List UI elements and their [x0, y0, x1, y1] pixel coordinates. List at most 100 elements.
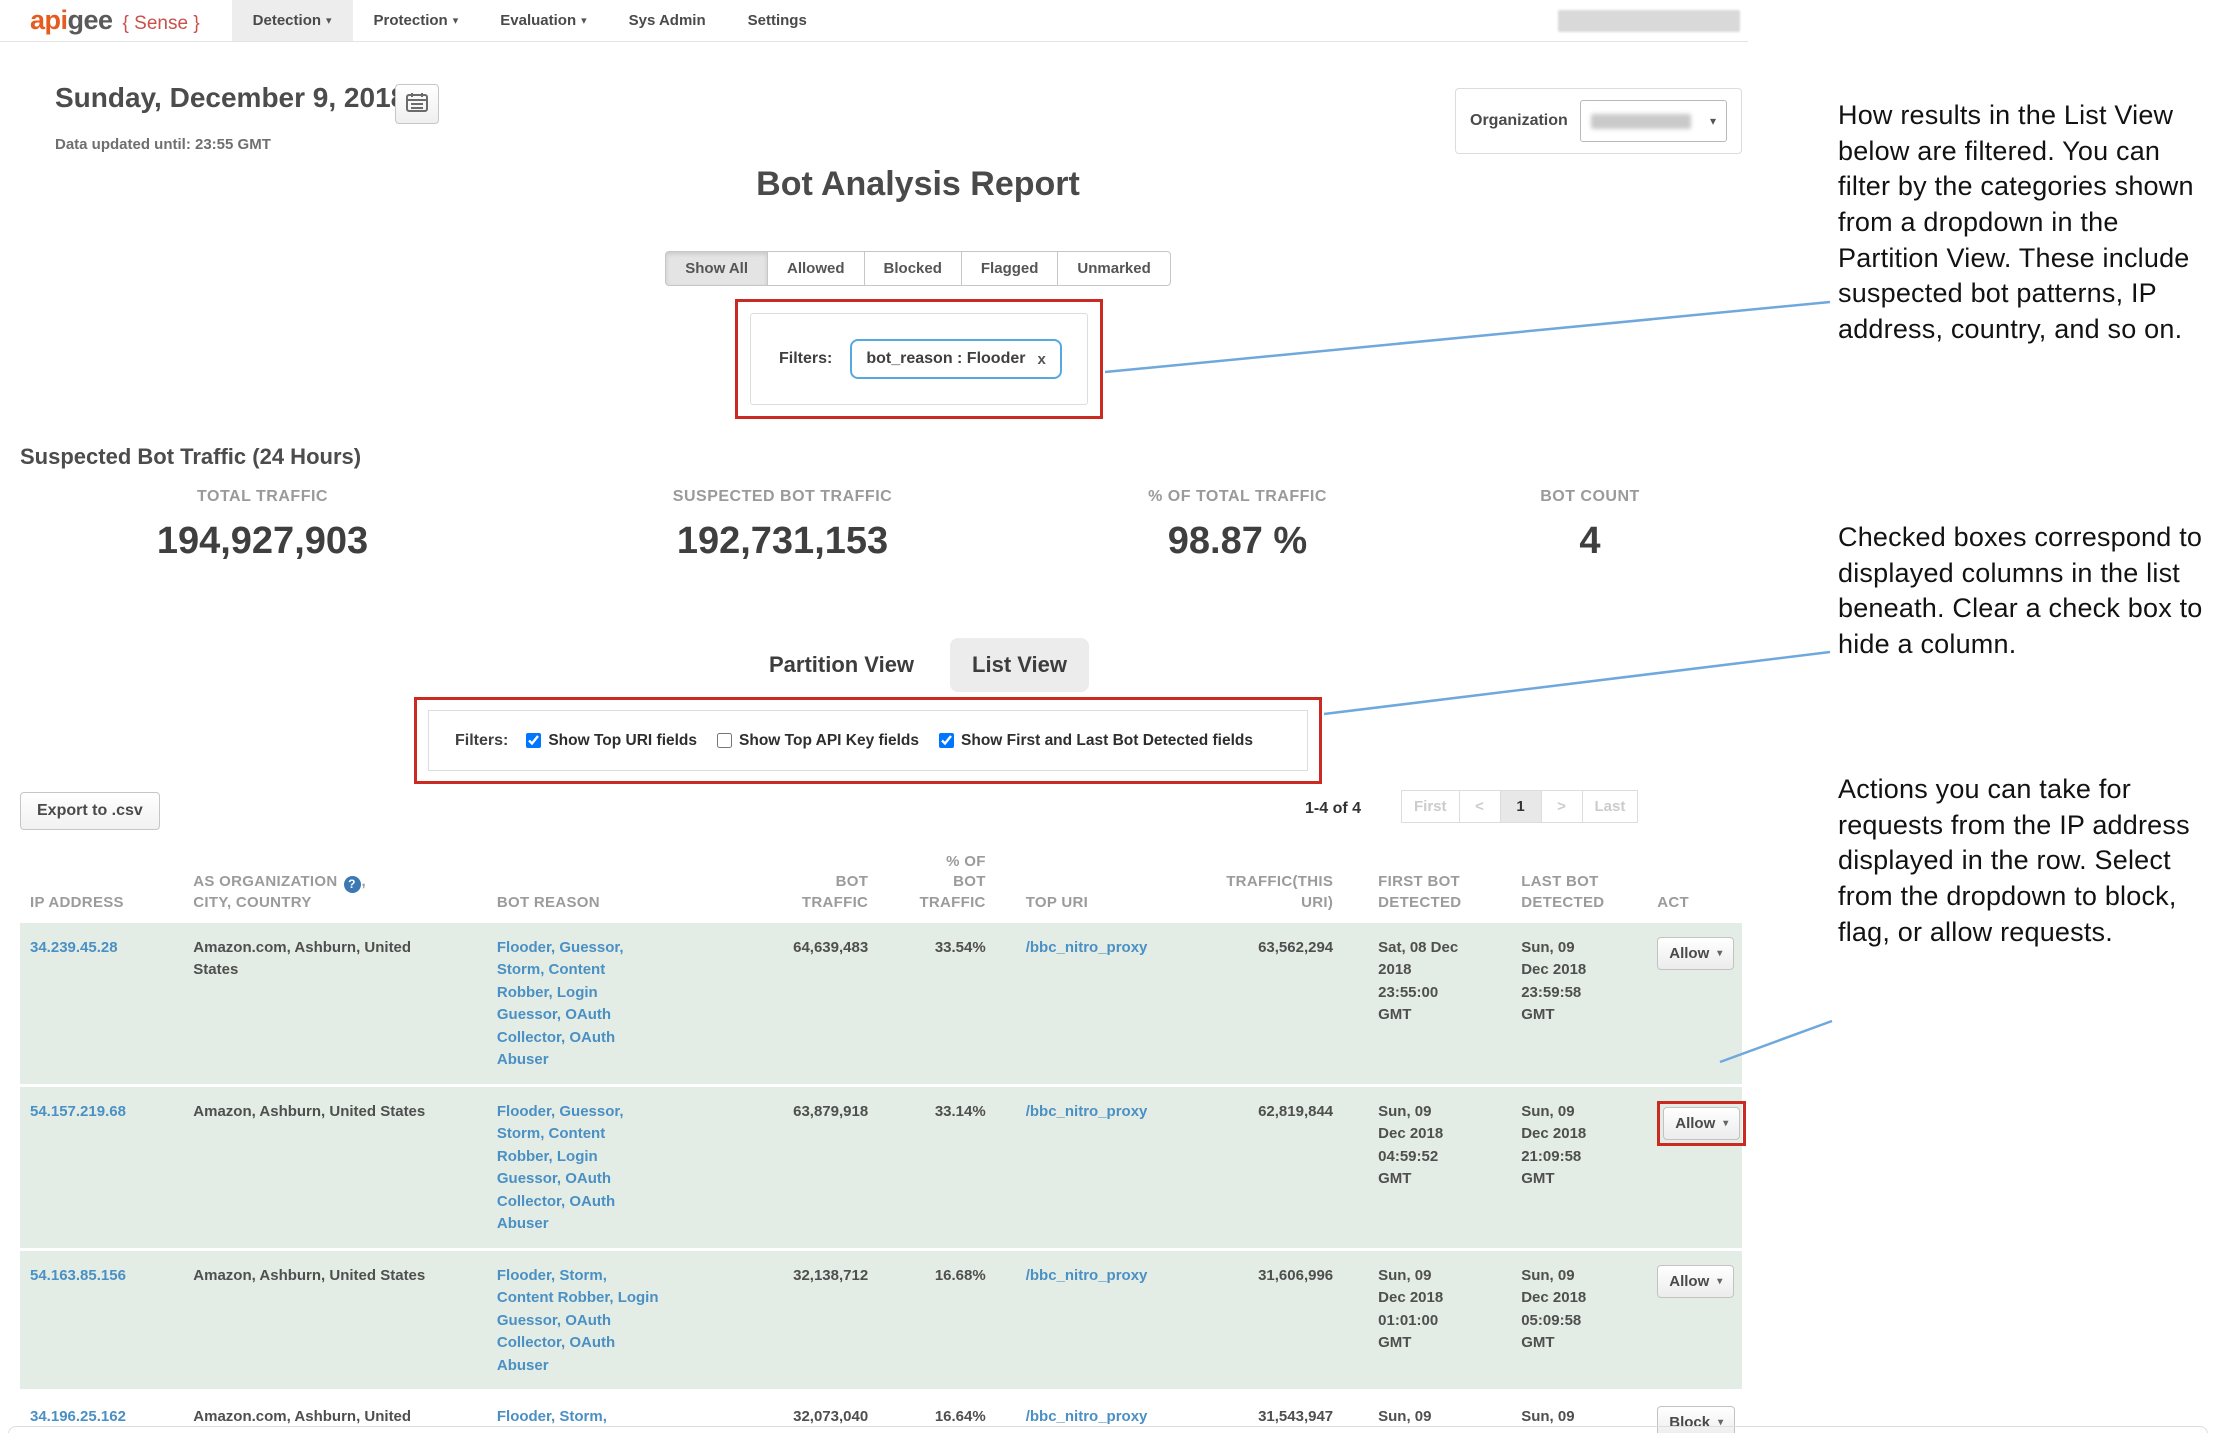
col-header-last-bot-detected: LAST BOTDETECTED: [1476, 846, 1619, 923]
logo-gee: gee: [68, 5, 113, 36]
checkbox-show-top-api-key-fields[interactable]: Show Top API Key fields: [717, 732, 919, 750]
bot-reason-cell: Flooder, Guessor, Storm, Content Robber,…: [480, 1085, 705, 1249]
caret-down-icon: ▾: [453, 14, 459, 27]
nav-item-detection[interactable]: Detection▾: [232, 0, 353, 41]
bot-reason-link[interactable]: Guessor,: [559, 1103, 623, 1120]
annotation-filter-note: How results in the List View below are f…: [1838, 98, 2216, 347]
status-tab-group: Show AllAllowedBlockedFlaggedUnmarked: [665, 251, 1171, 286]
user-account-redacted[interactable]: [1558, 10, 1740, 32]
view-toggle: Partition View List View: [0, 638, 1836, 692]
checkbox-input[interactable]: [526, 733, 541, 748]
nav-item-evaluation[interactable]: Evaluation▾: [479, 0, 607, 41]
stat-bot-count: BOT COUNT 4: [1435, 488, 1745, 563]
logo-api: api: [30, 5, 68, 36]
calendar-button[interactable]: [395, 84, 439, 124]
pct-bot-traffic-cell: 33.14%: [868, 1085, 986, 1249]
bot-reason-link[interactable]: Guessor,: [559, 939, 623, 956]
bot-list-table: IP ADDRESSAS ORGANIZATION?,CITY, COUNTRY…: [20, 846, 1742, 1433]
calendar-icon: [406, 92, 428, 117]
nav-item-protection[interactable]: Protection ▾: [353, 0, 480, 41]
col-header--of-bot-traffic: % OFBOTTRAFFIC: [868, 846, 986, 923]
column-filter-checkboxes: Show Top URI fields Show Top API Key fiel…: [526, 732, 1253, 750]
col-header-top-uri: TOP URI: [986, 846, 1160, 923]
bot-traffic-cell: 64,639,483: [705, 923, 869, 1086]
action-dropdown-button[interactable]: Allow▾: [1657, 937, 1734, 970]
bot-reason-link[interactable]: Flooder,: [497, 1408, 560, 1425]
page-button-first: First: [1401, 790, 1460, 823]
table-row: 54.163.85.156Amazon, Ashburn, United Sta…: [20, 1249, 1742, 1391]
help-icon[interactable]: ?: [344, 876, 361, 893]
tab-partition-view[interactable]: Partition View: [747, 638, 936, 692]
top-uri-link[interactable]: /bbc_nitro_proxy: [1026, 939, 1148, 956]
table-header-row: IP ADDRESSAS ORGANIZATION?,CITY, COUNTRY…: [20, 846, 1742, 923]
top-navbar: apigee { Sense } Detection▾ Protection ▾ Ev…: [0, 0, 1748, 42]
as-organization-cell: Amazon.com, Ashburn, United States: [173, 923, 480, 1086]
ip-address-link[interactable]: 54.163.85.156: [30, 1267, 126, 1284]
bot-reason-link[interactable]: Storm,: [497, 961, 549, 978]
checkbox-input[interactable]: [939, 733, 954, 748]
tab-unmarked[interactable]: Unmarked: [1057, 251, 1170, 286]
action-dropdown-button[interactable]: Allow▾: [1663, 1107, 1740, 1140]
top-uri-cell: /bbc_nitro_proxy: [986, 1085, 1160, 1249]
column-filters-bar: Filters: Show Top URI fields Show Top API…: [428, 710, 1308, 771]
apigee-sense-logo: apigee { Sense }: [30, 5, 200, 36]
action-cell: Allow▾: [1619, 1085, 1742, 1249]
nav-item-settings[interactable]: Settings: [727, 0, 828, 41]
as-organization-cell: Amazon, Ashburn, United States: [173, 1085, 480, 1249]
tab-show-all[interactable]: Show All: [665, 251, 768, 286]
filter-annotation-red-box: Filters: bot_reason : Flooder x: [735, 299, 1103, 419]
tab-blocked[interactable]: Blocked: [864, 251, 962, 286]
tab-list-view[interactable]: List View: [950, 638, 1089, 692]
bot-reason-link[interactable]: Flooder,: [497, 939, 560, 956]
ip-address-link[interactable]: 34.239.45.28: [30, 939, 118, 956]
pagination-controls: First<1>Last: [1402, 790, 1638, 823]
top-uri-link[interactable]: /bbc_nitro_proxy: [1026, 1408, 1148, 1425]
bot-reason-link[interactable]: Flooder,: [497, 1267, 560, 1284]
nav-item-label: Settings: [748, 12, 807, 29]
pct-bot-traffic-cell: 16.68%: [868, 1249, 986, 1391]
page-button--: <: [1459, 790, 1501, 823]
filter-chip-bot-reason[interactable]: bot_reason : Flooder x: [850, 339, 1061, 379]
bot-reason-cell: Flooder, Storm, Content Robber, Login Gu…: [480, 1249, 705, 1391]
caret-down-icon: ▾: [326, 14, 332, 27]
checkbox-annotation-red-box: Filters: Show Top URI fields Show Top API…: [414, 697, 1322, 784]
uri-traffic-cell: 63,562,294: [1159, 923, 1333, 1086]
caret-down-icon: ▾: [1717, 1276, 1722, 1287]
action-annotation-red-box: Allow▾: [1657, 1101, 1746, 1146]
checkbox-input[interactable]: [717, 733, 732, 748]
close-icon[interactable]: x: [1037, 351, 1045, 368]
tab-flagged[interactable]: Flagged: [961, 251, 1059, 286]
top-uri-link[interactable]: /bbc_nitro_proxy: [1026, 1103, 1148, 1120]
checkbox-show-first-and-last-bot-detected-fields[interactable]: Show First and Last Bot Detected fields: [939, 732, 1253, 750]
action-cell: Allow▾: [1619, 923, 1742, 1086]
bot-reason-link[interactable]: Storm,: [559, 1408, 607, 1425]
export-csv-button[interactable]: Export to .csv: [20, 792, 160, 830]
page-button-1[interactable]: 1: [1500, 790, 1542, 823]
bot-reason-link[interactable]: Flooder,: [497, 1103, 560, 1120]
checkbox-show-top-uri-fields[interactable]: Show Top URI fields: [526, 732, 697, 750]
ip-address-link[interactable]: 34.196.25.162: [30, 1408, 126, 1425]
organization-box: Organization ▾: [1455, 88, 1742, 154]
ip-address-link[interactable]: 54.157.219.68: [30, 1103, 126, 1120]
column-filters-label: Filters:: [455, 732, 508, 750]
action-dropdown-button[interactable]: Allow▾: [1657, 1265, 1734, 1298]
bot-reason-link[interactable]: Storm,: [497, 1125, 549, 1142]
uri-traffic-cell: 31,606,996: [1159, 1249, 1333, 1391]
tab-allowed[interactable]: Allowed: [767, 251, 865, 286]
stat-total-traffic: TOTAL TRAFFIC 194,927,903: [0, 488, 525, 563]
organization-select[interactable]: ▾: [1580, 100, 1727, 142]
stats-row: TOTAL TRAFFIC 194,927,903 SUSPECTED BOT …: [0, 488, 1745, 563]
stat-suspected-bot-traffic: SUSPECTED BOT TRAFFIC 192,731,153: [525, 488, 1040, 563]
action-cell: Allow▾: [1619, 1249, 1742, 1391]
bot-reason-link[interactable]: Content Robber,: [497, 1289, 618, 1306]
ip-cell: 34.239.45.28: [20, 923, 173, 1086]
last-bot-detected-cell: Sun, 09 Dec 2018 23:59:58 GMT: [1476, 923, 1619, 1086]
bot-reason-link[interactable]: Storm,: [559, 1267, 607, 1284]
top-uri-link[interactable]: /bbc_nitro_proxy: [1026, 1267, 1148, 1284]
first-bot-detected-cell: Sat, 08 Dec 2018 23:55:00 GMT: [1333, 923, 1476, 1086]
ip-cell: 54.157.219.68: [20, 1085, 173, 1249]
nav-item-label: Protection: [374, 12, 448, 29]
last-bot-detected-cell: Sun, 09 Dec 2018 05:09:58 GMT: [1476, 1249, 1619, 1391]
nav-item-sys-admin[interactable]: Sys Admin: [608, 0, 727, 41]
last-bot-detected-cell: Sun, 09 Dec 2018 21:09:58 GMT: [1476, 1085, 1619, 1249]
